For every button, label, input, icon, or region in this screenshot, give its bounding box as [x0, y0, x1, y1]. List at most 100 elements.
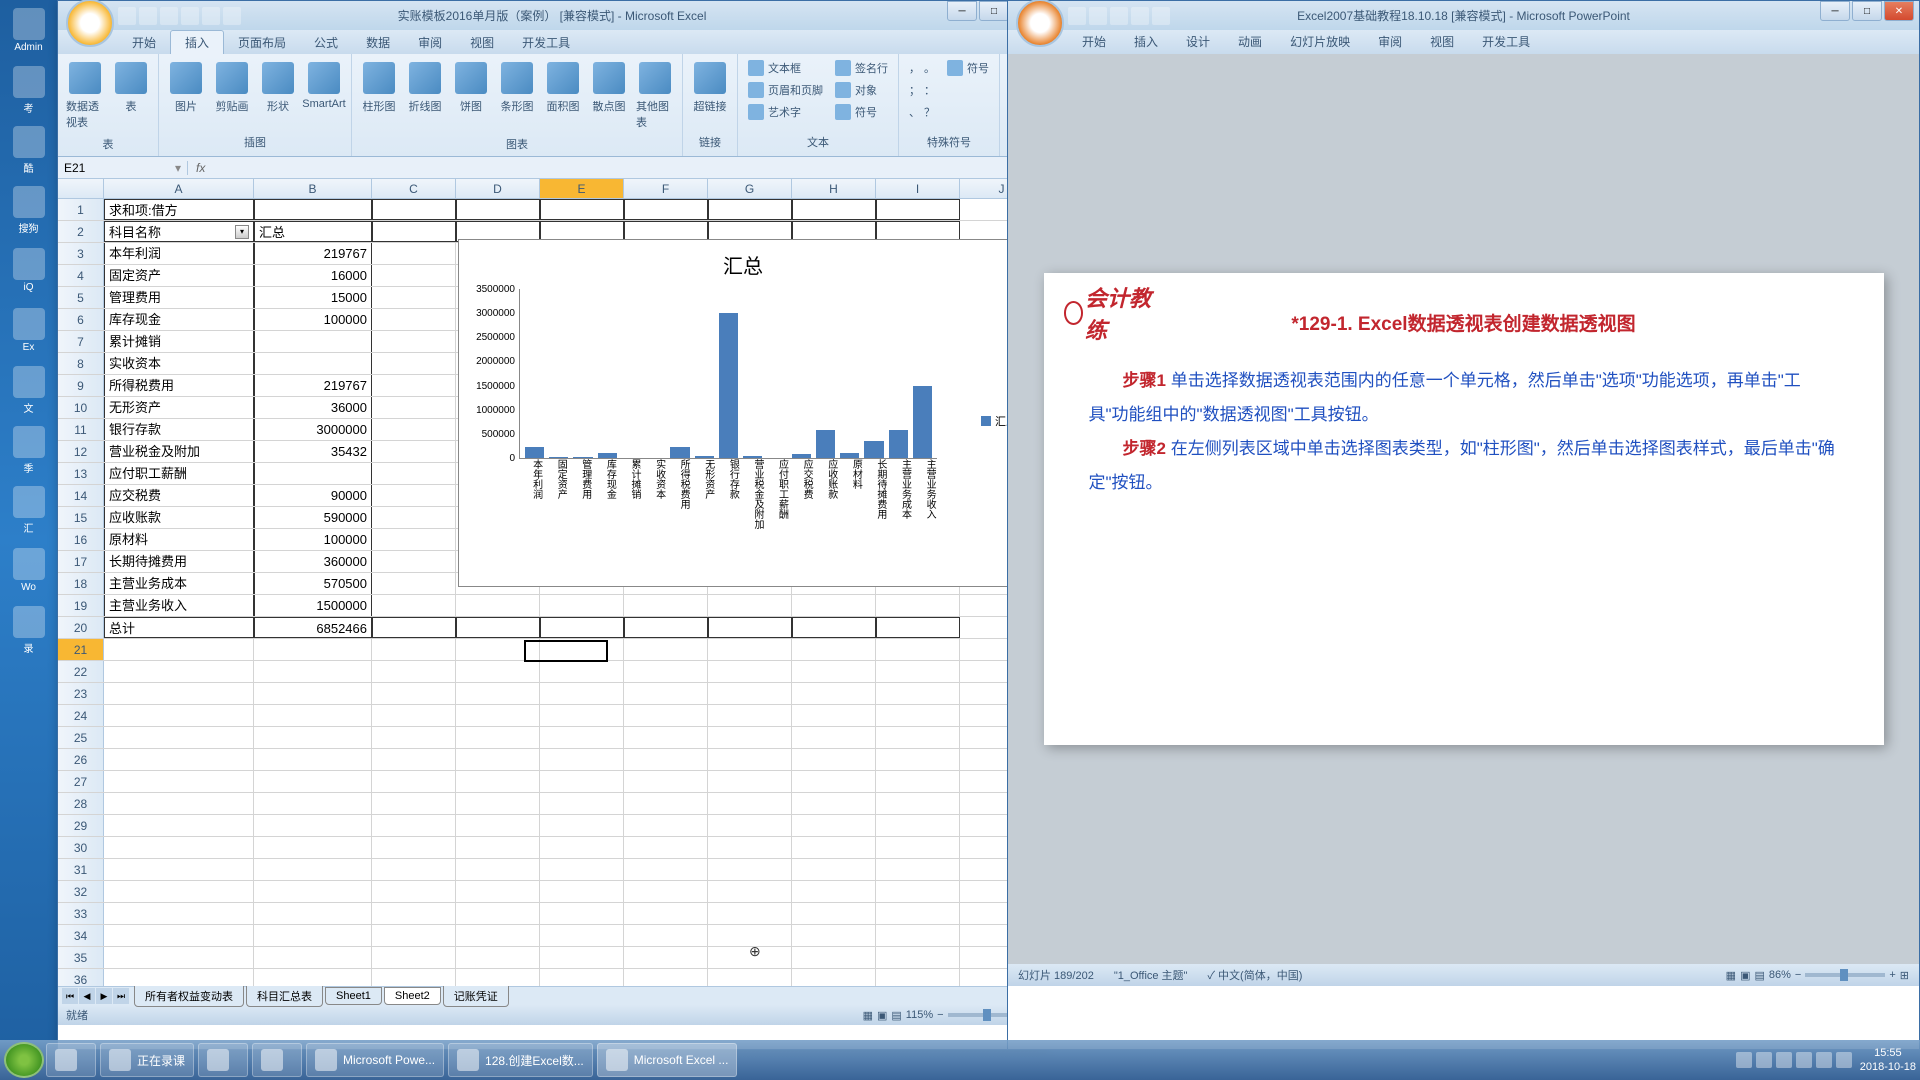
volume-icon[interactable]	[1836, 1052, 1852, 1068]
semicolon-button[interactable]: ； ：	[905, 80, 939, 100]
bar-chart-button[interactable]: 条形图	[496, 58, 538, 118]
zoom-level[interactable]: 115%	[906, 1009, 933, 1021]
row-header[interactable]: 6	[58, 309, 104, 330]
tab-page-layout[interactable]: 页面布局	[224, 31, 300, 54]
scatter-chart-button[interactable]: 散点图	[588, 58, 630, 118]
row-header[interactable]: 18	[58, 573, 104, 594]
cell[interactable]: 6852466	[254, 617, 372, 638]
minimize-button[interactable]: ─	[947, 1, 977, 21]
view-normal-icon[interactable]: ▦	[1726, 969, 1736, 982]
cell[interactable]: 无形资产	[104, 397, 254, 418]
qat-undo[interactable]	[139, 7, 157, 25]
tab-home[interactable]: 开始	[1068, 30, 1120, 54]
cell[interactable]: 营业税金及附加	[104, 441, 254, 462]
office-button[interactable]	[66, 0, 114, 47]
tab-review[interactable]: 审阅	[1364, 30, 1416, 54]
zoom-out-button[interactable]: −	[937, 1009, 943, 1021]
tray-icon[interactable]	[1756, 1052, 1772, 1068]
row-header[interactable]: 20	[58, 617, 104, 638]
row-header[interactable]: 12	[58, 441, 104, 462]
tab-review[interactable]: 审阅	[404, 31, 456, 54]
cell[interactable]: 360000	[254, 551, 372, 572]
row-header[interactable]: 11	[58, 419, 104, 440]
table-button[interactable]: 表	[110, 58, 152, 118]
qat-btn[interactable]	[1131, 7, 1149, 25]
zoom-in-button[interactable]: +	[1889, 969, 1895, 981]
tab-slideshow[interactable]: 幻灯片放映	[1276, 30, 1364, 54]
desktop-icon[interactable]: 汇	[0, 480, 57, 540]
desktop-icon[interactable]: iQ	[0, 240, 57, 300]
maximize-button[interactable]: □	[979, 1, 1009, 21]
row-header[interactable]: 3	[58, 243, 104, 264]
cell[interactable]: 总计	[104, 617, 254, 638]
qat-undo[interactable]	[1089, 7, 1107, 25]
tray-icon[interactable]	[1796, 1052, 1812, 1068]
cell[interactable]: 长期待摊费用	[104, 551, 254, 572]
object-button[interactable]: 对象	[831, 80, 892, 100]
qat-btn[interactable]	[223, 7, 241, 25]
col-header[interactable]: G	[708, 179, 792, 198]
view-normal-icon[interactable]: ▦	[863, 1009, 873, 1022]
cell[interactable]: 35432	[254, 441, 372, 462]
row-header[interactable]: 27	[58, 771, 104, 792]
cell[interactable]: 100000	[254, 309, 372, 330]
slide-pane[interactable]: 会计教练 *129-1. Excel数据透视表创建数据透视图 步骤1 单击选择数…	[1008, 54, 1919, 964]
pivot-table-button[interactable]: 数据透视表	[64, 58, 106, 134]
col-header[interactable]: H	[792, 179, 876, 198]
signature-button[interactable]: 签名行	[831, 58, 892, 78]
cell[interactable]	[254, 463, 372, 484]
row-header[interactable]: 31	[58, 859, 104, 880]
cell[interactable]: 570500	[254, 573, 372, 594]
cell[interactable]: 本年利润	[104, 243, 254, 264]
view-page-icon[interactable]: ▣	[877, 1009, 887, 1022]
hyperlink-button[interactable]: 超链接	[689, 58, 731, 118]
qat-save[interactable]	[1068, 7, 1086, 25]
tab-nav-last[interactable]: ⏭	[113, 988, 129, 1004]
view-break-icon[interactable]: ▤	[891, 1009, 901, 1022]
taskbar-item[interactable]: Microsoft Excel ...	[597, 1043, 738, 1077]
taskbar-item[interactable]: 128.创建Excel数...	[448, 1043, 593, 1077]
col-header[interactable]: B	[254, 179, 372, 198]
tab-insert[interactable]: 插入	[170, 30, 224, 54]
row-header[interactable]: 8	[58, 353, 104, 374]
tab-insert[interactable]: 插入	[1120, 30, 1172, 54]
zoom-slider[interactable]	[1805, 973, 1885, 977]
cell[interactable]: 100000	[254, 529, 372, 550]
tab-developer[interactable]: 开发工具	[1468, 30, 1544, 54]
sheet-tab[interactable]: 记账凭证	[443, 985, 509, 1007]
row-header[interactable]: 17	[58, 551, 104, 572]
col-header[interactable]: D	[456, 179, 540, 198]
qat-redo[interactable]	[160, 7, 178, 25]
row-header[interactable]: 22	[58, 661, 104, 682]
row-header[interactable]: 13	[58, 463, 104, 484]
cell[interactable]: 主营业务成本	[104, 573, 254, 594]
cell[interactable]: 16000	[254, 265, 372, 286]
tab-nav-prev[interactable]: ◀	[79, 988, 95, 1004]
tab-view[interactable]: 视图	[456, 31, 508, 54]
taskbar-item[interactable]: Microsoft Powe...	[306, 1043, 444, 1077]
desktop-icon[interactable]: 文	[0, 360, 57, 420]
tray-icon[interactable]	[1776, 1052, 1792, 1068]
name-box[interactable]: E21▾	[58, 161, 188, 175]
desktop-icon[interactable]: 考	[0, 60, 57, 120]
row-header[interactable]: 24	[58, 705, 104, 726]
row-header[interactable]: 28	[58, 793, 104, 814]
textbox-button[interactable]: 文本框	[744, 58, 827, 78]
pie-chart-button[interactable]: 饼图	[450, 58, 492, 118]
cell[interactable]: 管理费用	[104, 287, 254, 308]
row-header[interactable]: 14	[58, 485, 104, 506]
ppt-titlebar[interactable]: Excel2007基础教程18.10.18 [兼容模式] - Microsoft…	[1008, 1, 1919, 30]
tab-nav-next[interactable]: ▶	[96, 988, 112, 1004]
symbol-button[interactable]: 符号	[831, 102, 892, 122]
cell[interactable]: 15000	[254, 287, 372, 308]
qat-btn[interactable]	[202, 7, 220, 25]
col-header[interactable]: E	[540, 179, 624, 198]
tab-view[interactable]: 视图	[1416, 30, 1468, 54]
row-header[interactable]: 29	[58, 815, 104, 836]
cell[interactable]: 36000	[254, 397, 372, 418]
sheet-tab-active[interactable]: Sheet2	[384, 987, 441, 1005]
language-indicator[interactable]: ✓ 中文(简体，中国)	[1207, 967, 1302, 983]
sheet-tab[interactable]: Sheet1	[325, 987, 382, 1005]
taskbar-item[interactable]	[198, 1043, 248, 1077]
desktop-icon[interactable]: 酷	[0, 120, 57, 180]
